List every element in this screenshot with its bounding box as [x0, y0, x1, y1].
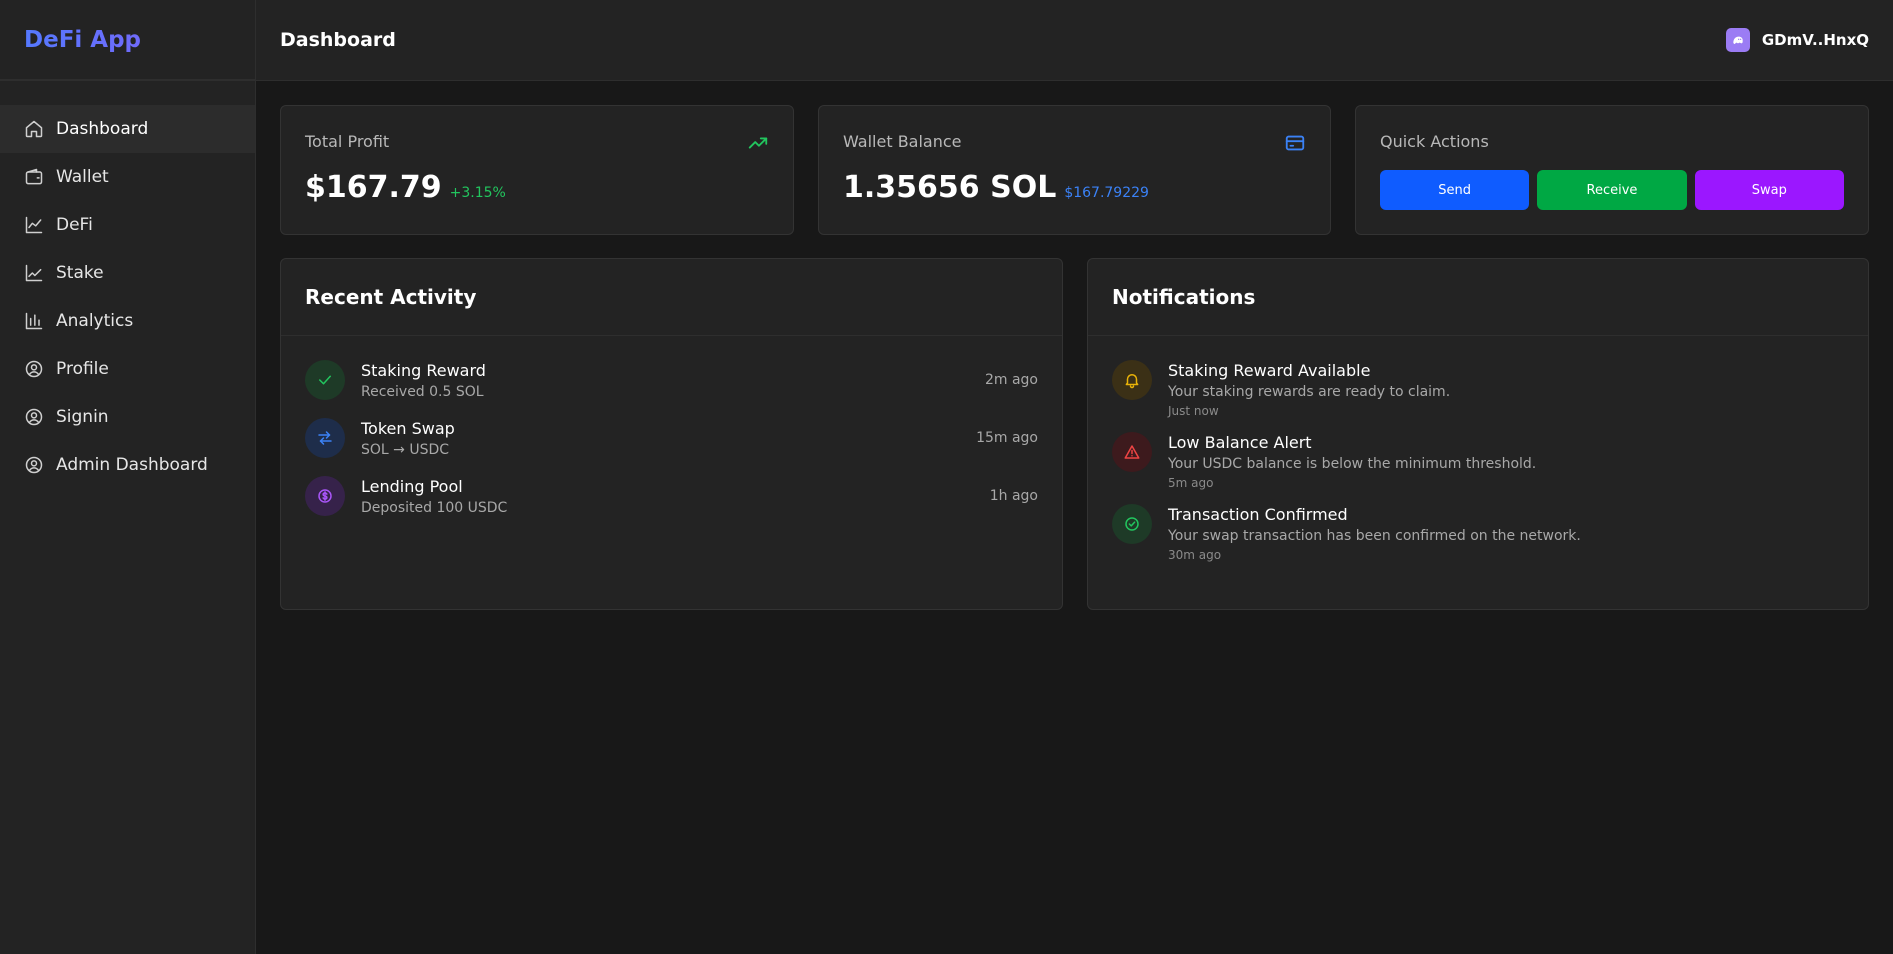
activity-item[interactable]: Lending Pool Deposited 100 USDC 1h ago: [305, 476, 1038, 518]
activity-title: Lending Pool: [361, 477, 463, 496]
dollar-coin-icon: [305, 476, 345, 516]
swap-button[interactable]: Swap: [1694, 170, 1844, 210]
check-icon: [305, 360, 345, 400]
notification-title: Low Balance Alert: [1168, 433, 1312, 452]
activity-item[interactable]: Staking Reward Received 0.5 SOL 2m ago: [305, 360, 1038, 402]
bell-icon: [1112, 360, 1152, 400]
notification-message: Your USDC balance is below the minimum t…: [1168, 456, 1537, 472]
sidebar-item-label: Admin Dashboard: [56, 455, 208, 475]
wallet-avatar-icon: [1725, 28, 1750, 52]
activity-time: 15m ago: [976, 430, 1038, 446]
quick-actions-title: Quick Actions: [1380, 132, 1489, 151]
top-bar: Dashboard GDmV..HnxQ: [256, 0, 1893, 81]
total-profit-label: Total Profit: [305, 132, 390, 151]
total-profit-value: $167.79: [305, 170, 442, 205]
wallet-balance-usd: $167.79229: [1064, 185, 1149, 201]
sidebar-item-profile[interactable]: Profile: [0, 345, 255, 393]
sidebar: DeFi App Dashboard Wallet DeFi Stake Ana…: [0, 0, 256, 954]
sidebar-item-signin[interactable]: Signin: [0, 393, 255, 441]
app-logo[interactable]: DeFi App: [0, 0, 255, 80]
sidebar-item-label: Wallet: [56, 167, 109, 187]
notifications-list: Staking Reward Available Your staking re…: [1088, 336, 1868, 562]
activity-subtitle: SOL → USDC: [361, 442, 450, 458]
activity-time: 2m ago: [984, 372, 1038, 388]
notification-title: Staking Reward Available: [1168, 361, 1371, 380]
sidebar-item-label: Profile: [56, 359, 109, 379]
swap-arrows-icon: [305, 418, 345, 458]
notification-message: Your swap transaction has been confirmed…: [1168, 528, 1581, 544]
user-circle-icon: [24, 455, 44, 475]
bar-chart-icon: [24, 311, 44, 331]
alert-triangle-icon: [1112, 432, 1152, 472]
notification-item[interactable]: Transaction Confirmed Your swap transact…: [1112, 504, 1844, 562]
sidebar-item-label: Dashboard: [56, 119, 149, 139]
brand-area: DeFi App: [0, 0, 255, 81]
notification-title: Transaction Confirmed: [1168, 505, 1348, 524]
quick-actions-buttons: Send Receive Swap: [1380, 170, 1844, 210]
sidebar-item-label: Signin: [56, 407, 109, 427]
recent-activity-panel: Recent Activity Staking Reward Received …: [280, 258, 1063, 610]
activity-list: Staking Reward Received 0.5 SOL 2m ago T…: [281, 336, 1062, 518]
notification-time: 5m ago: [1168, 476, 1214, 490]
sidebar-item-admin-dashboard[interactable]: Admin Dashboard: [0, 441, 255, 489]
sidebar-item-stake[interactable]: Stake: [0, 249, 255, 297]
check-circle-icon: [1112, 504, 1152, 544]
wallet-balance-card: Wallet Balance 1.35656 SOL $167.79229: [818, 105, 1331, 235]
sidebar-item-label: Stake: [56, 263, 104, 283]
quick-actions-card: Quick Actions Send Receive Swap: [1355, 105, 1869, 235]
user-circle-icon: [24, 359, 44, 379]
activity-subtitle: Deposited 100 USDC: [361, 500, 508, 516]
sidebar-item-dashboard[interactable]: Dashboard: [0, 105, 255, 153]
sidebar-item-label: Analytics: [56, 311, 134, 331]
wallet-balance-value: 1.35656 SOL: [843, 170, 1057, 205]
activity-title: Token Swap: [361, 419, 455, 438]
notification-time: 30m ago: [1168, 548, 1222, 562]
sidebar-item-label: DeFi: [56, 215, 93, 235]
total-profit-value-row: $167.79 +3.15%: [305, 170, 506, 205]
notification-item[interactable]: Staking Reward Available Your staking re…: [1112, 360, 1844, 418]
sidebar-item-wallet[interactable]: Wallet: [0, 153, 255, 201]
recent-activity-title: Recent Activity: [281, 259, 1062, 336]
wallet-button[interactable]: GDmV..HnxQ: [1725, 28, 1869, 52]
notifications-panel: Notifications Staking Reward Available Y…: [1087, 258, 1869, 610]
wallet-icon: [24, 167, 44, 187]
notification-message: Your staking rewards are ready to claim.: [1168, 384, 1451, 400]
home-icon: [24, 119, 44, 139]
sidebar-item-analytics[interactable]: Analytics: [0, 297, 255, 345]
wallet-address: GDmV..HnxQ: [1761, 31, 1869, 49]
user-circle-icon: [24, 407, 44, 427]
activity-subtitle: Received 0.5 SOL: [361, 384, 484, 400]
page-title: Dashboard: [280, 29, 396, 51]
trend-icon: [24, 215, 44, 235]
credit-card-icon: [1284, 132, 1306, 154]
notifications-title: Notifications: [1088, 259, 1868, 336]
activity-title: Staking Reward: [361, 361, 486, 380]
wallet-balance-label: Wallet Balance: [843, 132, 962, 151]
activity-item[interactable]: Token Swap SOL → USDC 15m ago: [305, 418, 1038, 460]
sidebar-nav: Dashboard Wallet DeFi Stake Analytics Pr…: [0, 105, 255, 489]
wallet-balance-value-row: 1.35656 SOL $167.79229: [843, 170, 1149, 205]
send-button[interactable]: Send: [1380, 170, 1530, 210]
notification-item[interactable]: Low Balance Alert Your USDC balance is b…: [1112, 432, 1844, 490]
notification-time: Just now: [1168, 404, 1219, 418]
activity-time: 1h ago: [989, 488, 1038, 504]
sidebar-item-defi[interactable]: DeFi: [0, 201, 255, 249]
profit-change: +3.15%: [449, 185, 506, 201]
total-profit-card: Total Profit $167.79 +3.15%: [280, 105, 794, 235]
receive-button[interactable]: Receive: [1537, 170, 1687, 210]
trending-up-icon: [747, 132, 769, 154]
chart-line-icon: [24, 263, 44, 283]
